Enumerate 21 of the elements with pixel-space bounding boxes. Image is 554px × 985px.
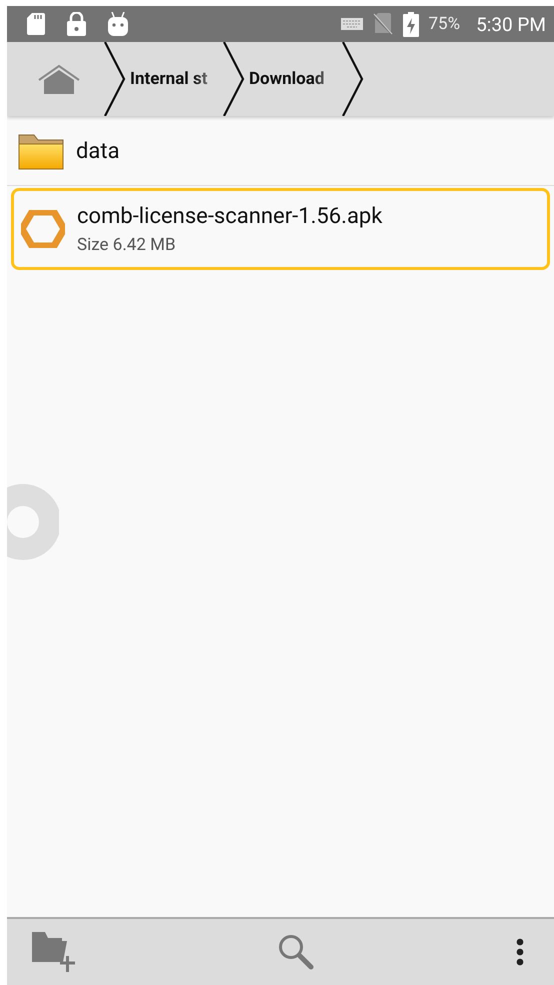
keyboard-icon (340, 18, 362, 30)
folder-icon (18, 134, 64, 170)
file-row[interactable]: data (7, 118, 554, 186)
battery-percent: 75% (428, 14, 460, 34)
no-sim-icon (372, 13, 392, 35)
hexagon-icon (21, 210, 65, 248)
home-icon[interactable] (38, 64, 80, 94)
file-size: Size 6.42 MB (77, 234, 177, 254)
new-folder-icon[interactable] (32, 932, 76, 972)
robot-icon (108, 12, 128, 36)
battery-charging-icon (402, 12, 418, 36)
file-row[interactable]: comb-license-scanner-1.56.apk Size 6.42 MB (11, 188, 550, 270)
breadcrumb-item[interactable]: Download (245, 42, 342, 116)
sd-card-icon (27, 13, 45, 35)
clock-time: 5:30 PM (476, 12, 546, 36)
file-name: comb-license-scanner-1.56.apk (77, 204, 382, 228)
search-icon[interactable] (278, 934, 314, 970)
lock-icon (67, 12, 86, 36)
file-name: data (76, 139, 120, 164)
breadcrumb-item[interactable]: Internal st (126, 42, 223, 116)
more-options-icon[interactable] (516, 938, 524, 966)
